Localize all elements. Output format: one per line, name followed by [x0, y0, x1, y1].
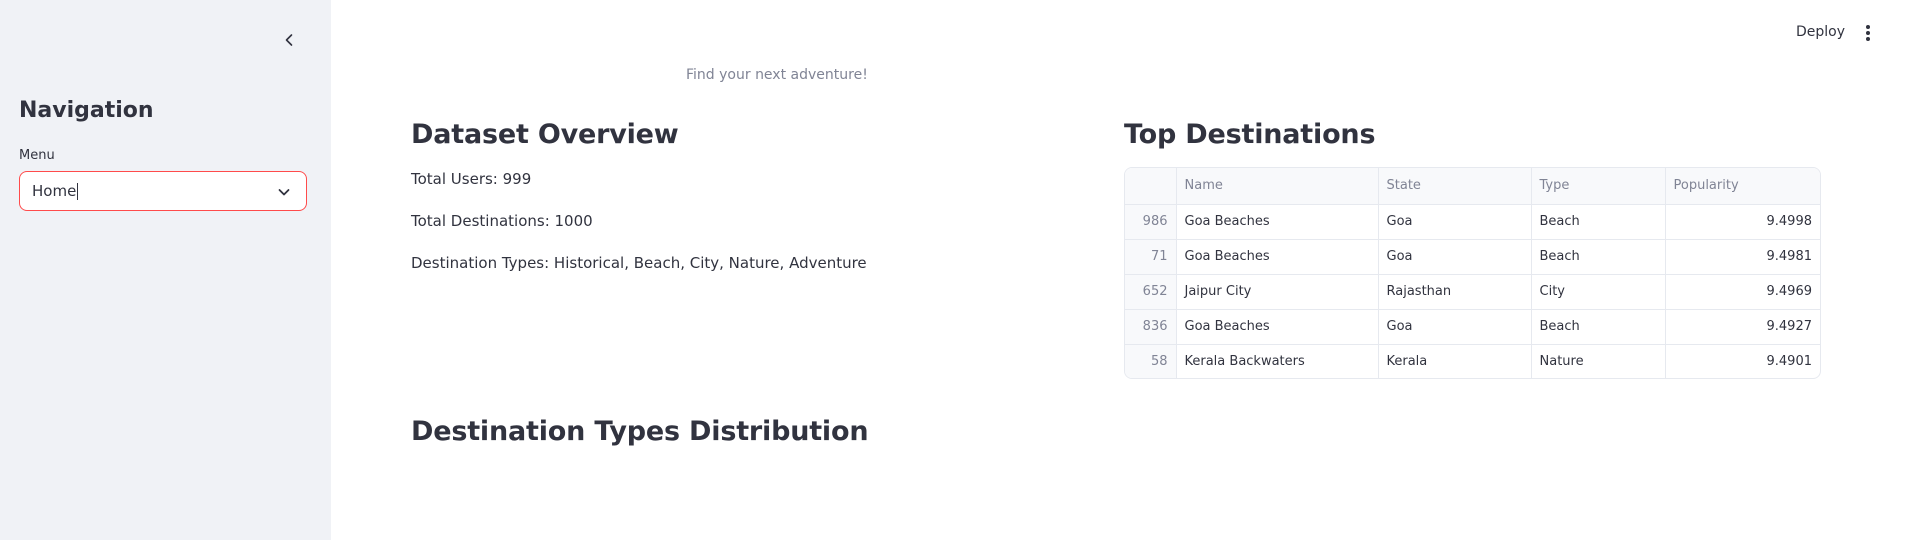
menu-label: Menu [19, 148, 55, 163]
destination-types-text: Destination Types: Historical, Beach, Ci… [411, 254, 867, 272]
cell-name[interactable]: Goa Beaches [1176, 204, 1379, 240]
row-index: 71 [1125, 239, 1177, 275]
row-index: 58 [1125, 344, 1177, 378]
kebab-dot [1866, 37, 1870, 41]
column-header-popularity[interactable]: Popularity [1665, 168, 1820, 205]
kebab-dot [1866, 31, 1870, 35]
top-destinations-heading: Top Destinations [1124, 119, 1376, 150]
cell-name[interactable]: Kerala Backwaters [1176, 344, 1379, 378]
chevron-down-icon [278, 189, 290, 196]
kebab-dot [1866, 25, 1870, 29]
cell-type[interactable]: Beach [1531, 204, 1666, 240]
cell-state[interactable]: Goa [1378, 239, 1532, 275]
cell-popularity[interactable]: 9.4901 [1665, 344, 1820, 378]
column-header-state[interactable]: State [1378, 168, 1532, 205]
cell-type[interactable]: Beach [1531, 239, 1666, 275]
total-users-text: Total Users: 999 [411, 170, 532, 188]
sidebar-title: Navigation [19, 98, 154, 123]
dataset-overview-heading: Dataset Overview [411, 119, 679, 150]
cell-state[interactable]: Kerala [1378, 344, 1532, 378]
cell-name[interactable]: Goa Beaches [1176, 239, 1379, 275]
row-index: 986 [1125, 204, 1177, 240]
top-destinations-table[interactable]: Name State Type Popularity 986 Goa Beach… [1124, 167, 1821, 379]
cell-popularity[interactable]: 9.4998 [1665, 204, 1820, 240]
table-row: 71 Goa Beaches Goa Beach 9.4981 [1125, 239, 1820, 275]
tagline: Find your next adventure! [686, 67, 868, 83]
cell-name[interactable]: Goa Beaches [1176, 309, 1379, 345]
collapse-sidebar-button[interactable] [278, 29, 300, 51]
cell-type[interactable]: City [1531, 274, 1666, 310]
chevron-left-icon [285, 34, 293, 46]
cell-popularity[interactable]: 9.4981 [1665, 239, 1820, 275]
total-destinations-text: Total Destinations: 1000 [411, 212, 593, 230]
cell-name[interactable]: Jaipur City [1176, 274, 1379, 310]
column-header-type[interactable]: Type [1531, 168, 1666, 205]
table-row: 986 Goa Beaches Goa Beach 9.4998 [1125, 204, 1820, 240]
column-header-index [1125, 168, 1177, 205]
column-header-name[interactable]: Name [1176, 168, 1379, 205]
cell-popularity[interactable]: 9.4927 [1665, 309, 1820, 345]
sidebar: Navigation Menu Home [0, 0, 331, 540]
row-index: 652 [1125, 274, 1177, 310]
menu-select-value: Home [32, 182, 77, 200]
table-header-row: Name State Type Popularity [1125, 168, 1820, 205]
row-index: 836 [1125, 309, 1177, 345]
table-row: 652 Jaipur City Rajasthan City 9.4969 [1125, 274, 1820, 310]
table-row: 58 Kerala Backwaters Kerala Nature 9.490… [1125, 344, 1820, 378]
deploy-button[interactable]: Deploy [1796, 24, 1845, 40]
app-root: Navigation Menu Home Deploy Find your ne… [0, 0, 1910, 540]
cell-popularity[interactable]: 9.4969 [1665, 274, 1820, 310]
cell-state[interactable]: Goa [1378, 204, 1532, 240]
cell-state[interactable]: Rajasthan [1378, 274, 1532, 310]
table-row: 836 Goa Beaches Goa Beach 9.4927 [1125, 309, 1820, 345]
kebab-menu-icon[interactable] [1860, 22, 1876, 44]
menu-select[interactable]: Home [19, 171, 307, 211]
text-cursor [77, 182, 79, 200]
cell-state[interactable]: Goa [1378, 309, 1532, 345]
destination-types-distribution-heading: Destination Types Distribution [411, 416, 869, 447]
cell-type[interactable]: Beach [1531, 309, 1666, 345]
cell-type[interactable]: Nature [1531, 344, 1666, 378]
